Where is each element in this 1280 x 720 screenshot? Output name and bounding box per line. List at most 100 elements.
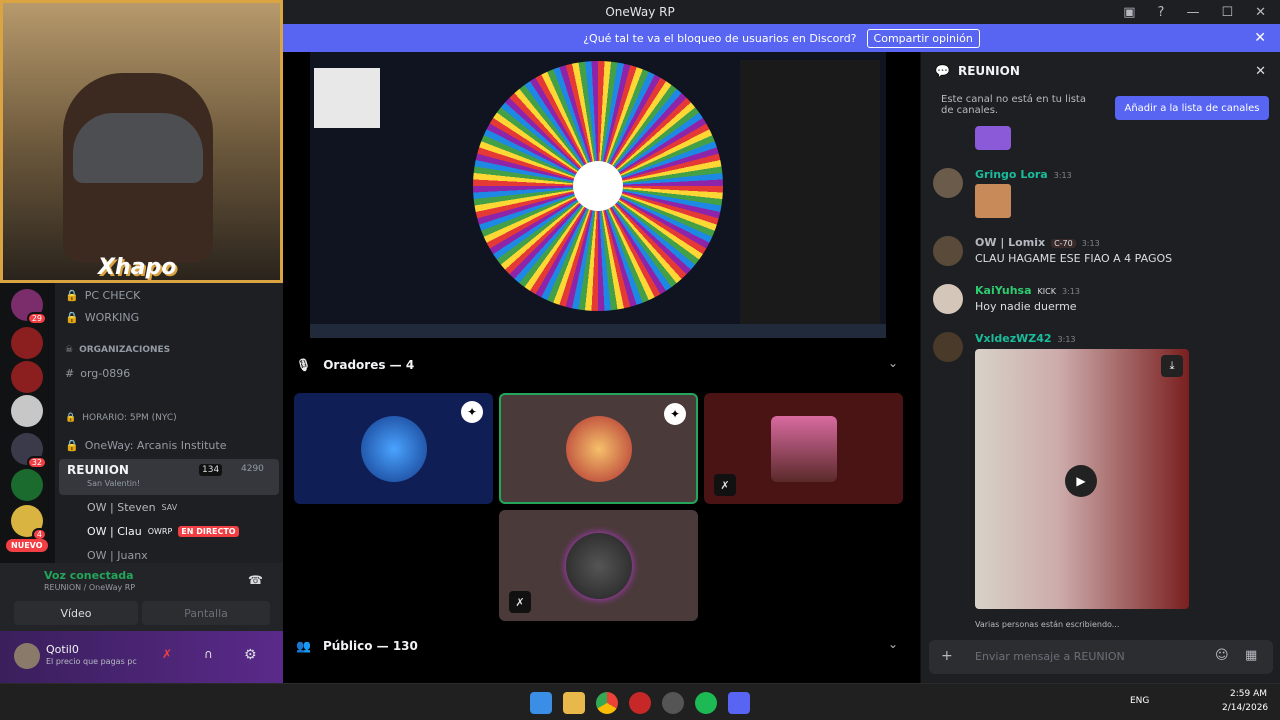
app-icon[interactable] xyxy=(662,692,684,714)
voice-status: Voz conectada xyxy=(44,569,134,582)
chevron-down-icon[interactable]: ⌄ xyxy=(888,637,898,651)
channel-org[interactable]: # org-0896 xyxy=(65,367,130,380)
voice-channel-reunion[interactable]: REUNION San Valentin! 134 4290 xyxy=(59,459,279,495)
clock-time[interactable]: 2:59 AM xyxy=(1230,689,1267,699)
channel-horario[interactable]: 🔒 HORARIO: 5PM (NYC) xyxy=(65,413,177,423)
server-icon[interactable] xyxy=(11,469,43,501)
channel-working[interactable]: 🔒 WORKING xyxy=(65,311,139,324)
input-placeholder: Enviar mensaje a REUNION xyxy=(975,650,1125,663)
timestamp: 3:13 xyxy=(1053,171,1072,180)
screen-share-button[interactable]: Pantalla xyxy=(142,601,270,625)
author[interactable]: OW | Lomix xyxy=(975,236,1045,249)
play-icon[interactable]: ▶ xyxy=(1065,465,1097,497)
feedback-button[interactable]: Compartir opinión xyxy=(866,28,980,48)
settings-icon[interactable]: ⚙ xyxy=(244,647,257,663)
hash-icon: # xyxy=(65,367,75,380)
lock-icon: 🔒 xyxy=(65,289,79,302)
feedback-banner: ¿Qué tal te va el bloqueo de usuarios en… xyxy=(283,24,1280,52)
server-icon[interactable] xyxy=(11,395,43,427)
sticker xyxy=(975,126,1011,150)
mic-muted-icon[interactable]: ✗ xyxy=(162,647,172,661)
author[interactable]: Gringo Lora xyxy=(975,168,1048,181)
spotify-icon[interactable] xyxy=(695,692,717,714)
webcam-overlay: Xhapo xyxy=(0,0,283,283)
avatar[interactable] xyxy=(14,643,40,669)
channel-notice: Este canal no está en tu lista de canale… xyxy=(941,94,1086,116)
emoji-image xyxy=(975,184,1011,218)
app-icon[interactable] xyxy=(629,692,651,714)
avatar[interactable] xyxy=(933,332,963,362)
speaker-tile[interactable]: ✗ xyxy=(499,510,698,621)
unread-badge: 32 xyxy=(26,456,47,469)
video-attachment[interactable]: ▶ ⤓ xyxy=(975,349,1189,609)
close-chat-icon[interactable]: ✕ xyxy=(1255,64,1266,79)
minimize-button[interactable]: — xyxy=(1186,5,1199,20)
emoji-icon[interactable]: ☺ xyxy=(1215,648,1229,663)
clock-date[interactable]: 2/14/2026 xyxy=(1222,703,1268,713)
voice-channel-name: REUNION xyxy=(67,463,129,477)
voice-connection-panel: Voz conectada REUNION / OneWay RP ☎ Víde… xyxy=(0,563,283,631)
chat-panel: 💬 REUNION ✕ Este canal no está en tu list… xyxy=(920,52,1280,683)
people-icon: 👥 xyxy=(296,639,311,653)
video-button[interactable]: Vídeo xyxy=(14,601,138,625)
speaker-tile[interactable]: ✦ xyxy=(294,393,493,504)
server-icon[interactable] xyxy=(11,327,43,359)
language-indicator[interactable]: ENG xyxy=(1130,696,1149,706)
speakers-header[interactable]: 🎙 Oradores — 4 xyxy=(296,358,414,372)
chat-header: 💬 REUNION xyxy=(935,64,1020,78)
category-organizaciones[interactable]: ☠ ORGANIZACIONES xyxy=(65,345,170,355)
voice-member[interactable]: OW | Steven SAV xyxy=(87,501,177,514)
lock-icon: 🔒 xyxy=(65,311,79,324)
channel-institute[interactable]: 🔒 OneWay: Arcanis Institute xyxy=(65,439,226,452)
user-status: El precio que pagas pc xyxy=(46,657,137,666)
download-icon[interactable]: ⤓ xyxy=(1161,355,1183,377)
disconnect-icon[interactable]: ☎ xyxy=(248,573,263,587)
headphones-icon[interactable]: ∩ xyxy=(204,647,213,661)
lock-icon: 🔒 xyxy=(65,439,79,452)
apps-icon[interactable]: ▦ xyxy=(1245,648,1257,663)
speaker-tile[interactable]: ✦ xyxy=(499,393,698,504)
avatar xyxy=(565,532,632,599)
chrome-icon[interactable] xyxy=(596,692,618,714)
author[interactable]: VxldezWZ42 xyxy=(975,332,1052,345)
inbox-icon[interactable]: ▣ xyxy=(1123,5,1135,20)
server-icon[interactable]: 32 xyxy=(11,433,47,469)
server-icon[interactable]: 29 xyxy=(11,289,47,325)
new-badge: NUEVO xyxy=(6,539,48,552)
server-icon[interactable] xyxy=(11,361,43,393)
file-explorer-icon[interactable] xyxy=(563,692,585,714)
channel-list: 🔒 PC CHECK 🔒 WORKING ☠ ORGANIZACIONES # org-… xyxy=(55,283,283,566)
author[interactable]: KaiYuhsa xyxy=(975,284,1032,297)
speaker-tile[interactable]: ✗ xyxy=(704,393,903,504)
role-tag: C-70 xyxy=(1051,239,1076,248)
add-attachment-icon[interactable]: + xyxy=(941,648,953,664)
help-icon[interactable]: ? xyxy=(1158,5,1165,20)
user-panel: Qotil0 El precio que pagas pc ✗ ∩ ⚙ xyxy=(0,631,283,683)
chevron-down-icon[interactable]: ⌄ xyxy=(888,356,898,370)
close-window-button[interactable]: ✕ xyxy=(1255,5,1266,20)
voice-member[interactable]: OW | Clau OWRP EN DIRECTO xyxy=(87,525,239,538)
voice-member[interactable]: OW | Juanx xyxy=(87,549,148,562)
discord-icon[interactable] xyxy=(728,692,750,714)
avatar xyxy=(565,415,632,482)
audience-header[interactable]: 👥 Público — 130 xyxy=(296,639,418,653)
banner-text: ¿Qué tal te va el bloqueo de usuarios en… xyxy=(583,31,857,45)
message-input[interactable]: + Enviar mensaje a REUNION ☺ ▦ xyxy=(929,640,1273,674)
chat-icon: 💬 xyxy=(935,64,950,78)
avatar[interactable] xyxy=(933,284,963,314)
member-count: 4290 xyxy=(241,464,264,474)
skull-icon: ☠ xyxy=(65,345,74,355)
maximize-button[interactable]: ☐ xyxy=(1221,5,1233,20)
start-icon[interactable] xyxy=(530,692,552,714)
close-banner-icon[interactable]: ✕ xyxy=(1254,30,1266,46)
video-count: 134 xyxy=(199,464,223,476)
avatar[interactable] xyxy=(933,236,963,266)
add-channel-button[interactable]: Añadir a la lista de canales xyxy=(1115,96,1269,120)
role-tag: KICK xyxy=(1037,287,1056,296)
typing-indicator: Varias personas están escribiendo... xyxy=(975,620,1120,629)
server-icon[interactable]: 4 xyxy=(11,505,47,541)
channel-pc-check[interactable]: 🔒 PC CHECK xyxy=(65,289,140,302)
stream-side-panel xyxy=(740,60,880,324)
avatar[interactable] xyxy=(933,168,963,198)
cap xyxy=(73,113,203,183)
